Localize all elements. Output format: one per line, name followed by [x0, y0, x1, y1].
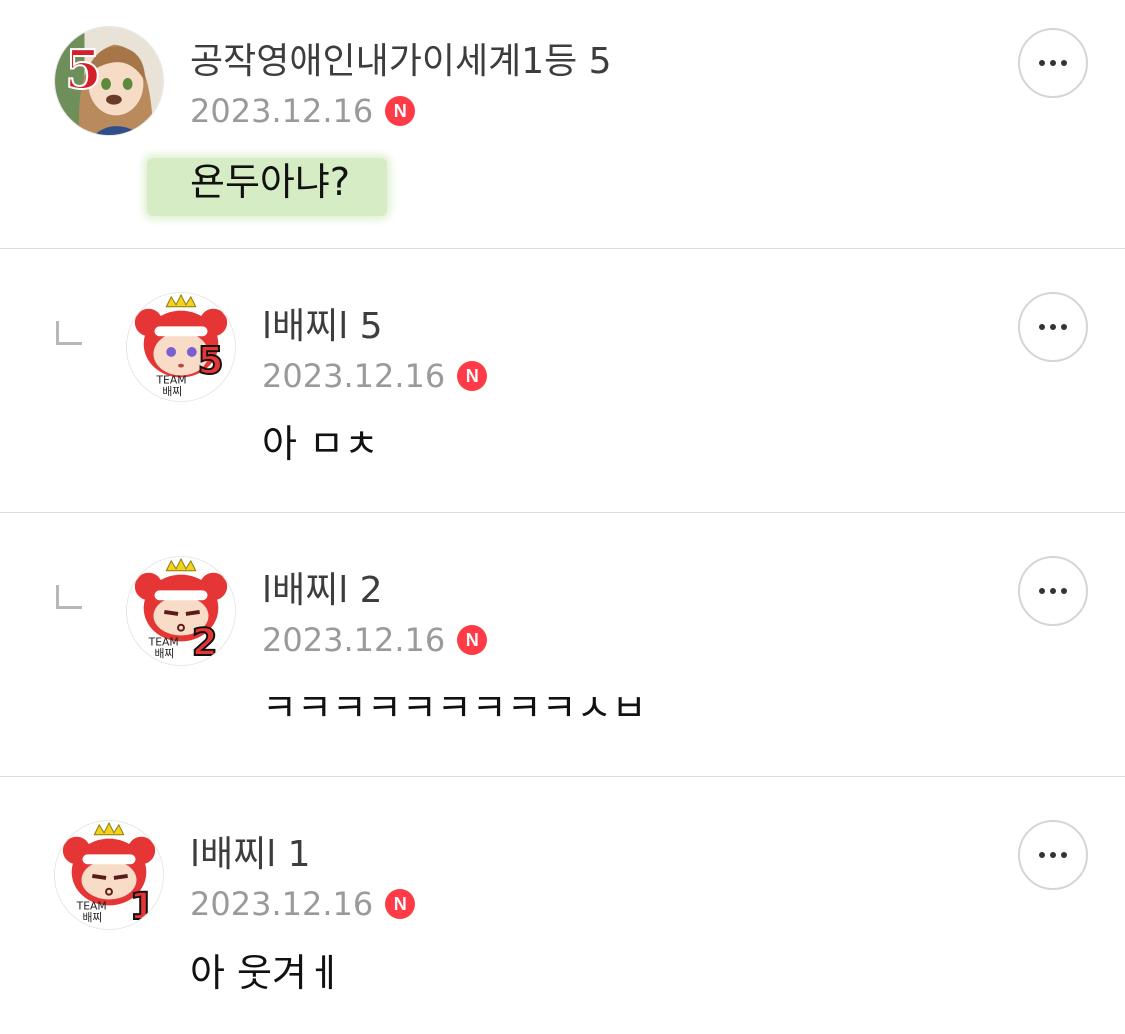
- team-bazzi-avatar-icon: TEAM 배찌 5: [127, 293, 235, 401]
- comment-meta: 2023.12.16 N: [190, 884, 416, 924]
- comment-meta: 2023.12.16 N: [190, 91, 416, 131]
- team-bazzi-avatar-icon: TEAM 배찌 1: [55, 821, 163, 929]
- comment-item: TEAM 배찌 2 l배찌l 2 2023.12.16 N ㅋㅋㅋㅋㅋㅋㅋㅋㅋㅅ…: [0, 513, 1125, 776]
- comment-text: ㅋㅋㅋㅋㅋㅋㅋㅋㅋㅅㅂ: [262, 686, 647, 730]
- svg-text:5: 5: [198, 339, 224, 383]
- comment-text: 아 웃겨ㅔ: [190, 951, 342, 995]
- svg-text:1: 1: [130, 884, 156, 928]
- more-options-icon: [1039, 852, 1067, 858]
- comment-text: 아 ㅁㅊ: [262, 422, 379, 466]
- comment-text: 욘두아냐?: [190, 160, 351, 204]
- comment-date: 2023.12.16: [190, 92, 374, 130]
- new-badge-icon: N: [385, 96, 416, 126]
- svg-text:배찌: 배찌: [82, 911, 102, 924]
- comment-date: 2023.12.16: [262, 621, 446, 659]
- comment-author[interactable]: 공작영애인내가이세계1등 5: [190, 40, 612, 84]
- comment-author[interactable]: l배찌l 2: [262, 569, 383, 613]
- svg-text:배찌: 배찌: [154, 647, 174, 660]
- avatar[interactable]: TEAM 배찌 5: [126, 292, 236, 402]
- more-options-button[interactable]: [1018, 292, 1088, 362]
- more-options-button[interactable]: [1018, 820, 1088, 890]
- more-options-icon: [1039, 60, 1067, 66]
- avatar[interactable]: TEAM 배찌 2: [126, 556, 236, 666]
- comment-meta: 2023.12.16 N: [262, 356, 488, 396]
- more-options-icon: [1039, 324, 1067, 330]
- comment-author[interactable]: l배찌l 1: [190, 833, 311, 877]
- svg-text:2: 2: [192, 620, 218, 664]
- more-options-button[interactable]: [1018, 556, 1088, 626]
- svg-text:5: 5: [65, 38, 102, 101]
- avatar[interactable]: 5: [54, 26, 164, 136]
- more-options-button[interactable]: [1018, 28, 1088, 98]
- new-badge-icon: N: [385, 889, 416, 919]
- comment-item: 5 공작영애인내가이세계1등 5 2023.12.16 N 욘두아냐?: [0, 0, 1125, 248]
- anime-girl-avatar-icon: 5: [55, 27, 163, 135]
- comment-date: 2023.12.16: [262, 357, 446, 395]
- new-badge-icon: N: [457, 625, 488, 655]
- comment-item: TEAM 배찌 1 l배찌l 1 2023.12.16 N 아 웃겨ㅔ: [0, 777, 1125, 1034]
- comment-meta: 2023.12.16 N: [262, 620, 488, 660]
- reply-indent-icon: [56, 321, 82, 345]
- svg-text:배찌: 배찌: [162, 385, 182, 398]
- comment-item: TEAM 배찌 5 l배찌l 5 2023.12.16 N 아 ㅁㅊ: [0, 249, 1125, 512]
- comment-date: 2023.12.16: [190, 885, 374, 923]
- reply-indent-icon: [56, 585, 82, 609]
- comment-author[interactable]: l배찌l 5: [262, 305, 383, 349]
- more-options-icon: [1039, 588, 1067, 594]
- new-badge-icon: N: [457, 361, 488, 391]
- team-bazzi-avatar-icon: TEAM 배찌 2: [127, 557, 235, 665]
- avatar[interactable]: TEAM 배찌 1: [54, 820, 164, 930]
